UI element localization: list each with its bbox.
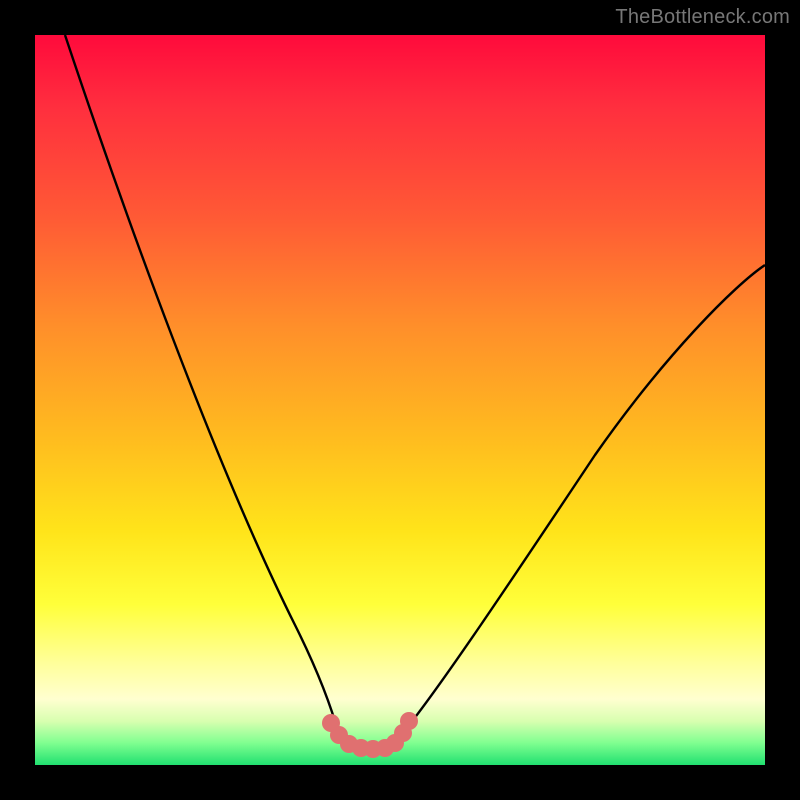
plot-area bbox=[35, 35, 765, 765]
floor-highlight-dots bbox=[322, 712, 418, 758]
curve-right-branch bbox=[401, 265, 765, 735]
chart-frame: TheBottleneck.com bbox=[0, 0, 800, 800]
watermark-text: TheBottleneck.com bbox=[615, 6, 790, 29]
curve-left-branch bbox=[65, 35, 339, 735]
bottleneck-curve bbox=[35, 35, 765, 765]
